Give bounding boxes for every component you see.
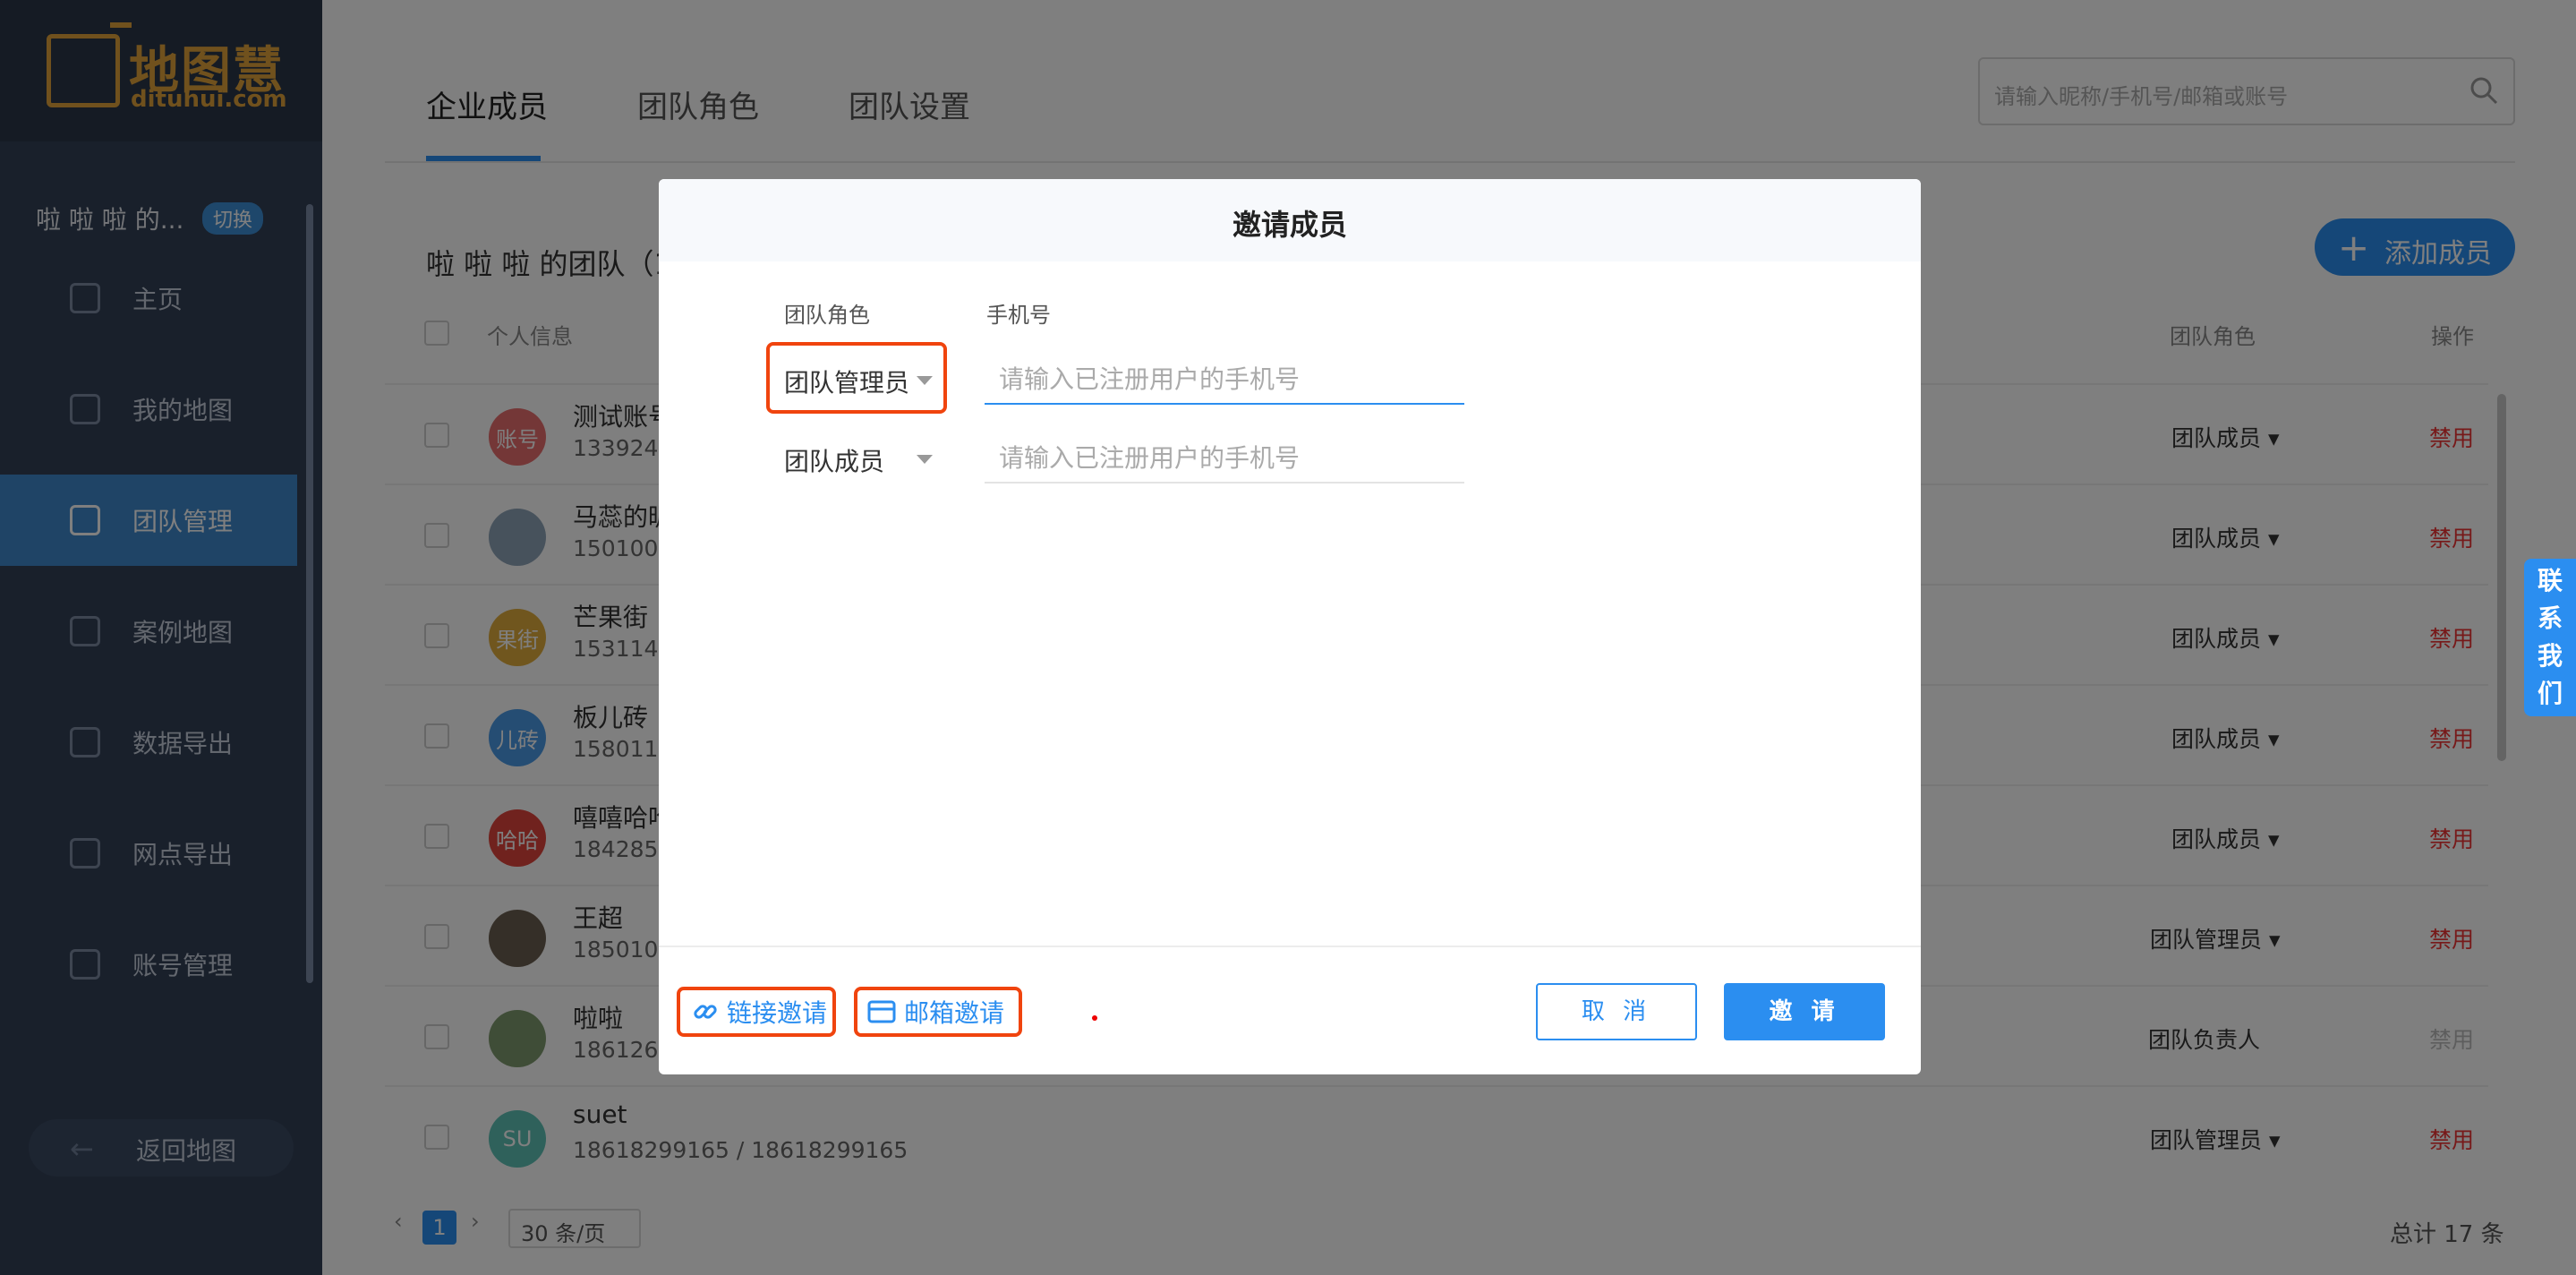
phone-column-label: 手机号	[986, 303, 1051, 328]
role-select-admin[interactable]: 团队管理员	[784, 364, 909, 399]
contact-us-button[interactable]: 联系我们	[2524, 559, 2576, 716]
invite-button[interactable]: 邀 请	[1724, 983, 1885, 1040]
invite-member-modal: 邀请成员 团队角色 手机号 团队管理员 团队成员 链接邀请 邮箱邀请 取 消 邀…	[659, 179, 1921, 1074]
modal-footer-divider	[659, 946, 1921, 947]
phone-input-admin[interactable]	[985, 355, 1464, 405]
mail-icon	[867, 1000, 896, 1023]
link-invite-button[interactable]: 链接邀请	[727, 994, 827, 1030]
link-icon	[694, 1005, 717, 1019]
chevron-down-icon	[917, 376, 933, 385]
chevron-down-icon	[917, 455, 933, 464]
role-select-member[interactable]: 团队成员	[784, 442, 884, 478]
phone-input-member[interactable]	[985, 433, 1464, 483]
cancel-button[interactable]: 取 消	[1536, 983, 1697, 1040]
email-invite-button[interactable]: 邮箱邀请	[904, 994, 1004, 1030]
modal-header: 邀请成员	[659, 179, 1921, 261]
role-column-label: 团队角色	[784, 303, 870, 328]
contact-us-label: 联系我们	[2537, 566, 2563, 708]
modal-title: 邀请成员	[1232, 208, 1347, 242]
cursor-dot	[1092, 1015, 1097, 1021]
